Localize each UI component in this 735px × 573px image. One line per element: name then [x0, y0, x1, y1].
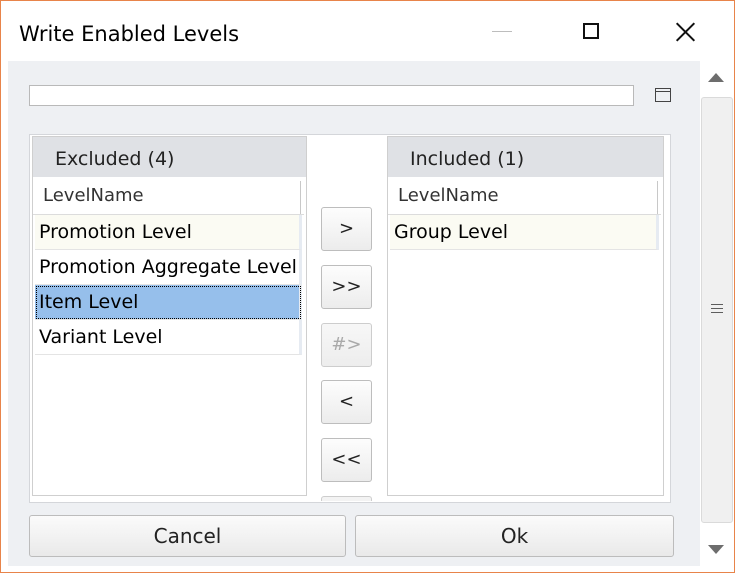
vertical-scrollbar[interactable]	[700, 61, 734, 566]
list-item-label: Variant Level	[39, 326, 163, 348]
clipped-button[interactable]	[321, 496, 372, 501]
maximize-button[interactable]	[569, 1, 615, 61]
move-all-left-button[interactable]: <<	[321, 438, 372, 482]
list-item-label: Promotion Aggregate Level	[39, 256, 297, 278]
move-right-button[interactable]: >	[321, 207, 372, 251]
excluded-header: Excluded (4)	[33, 137, 306, 177]
excluded-header-label: Excluded (4)	[55, 148, 175, 170]
list-item-label: Item Level	[39, 291, 139, 313]
list-item[interactable]: Promotion Level	[35, 215, 302, 250]
excluded-column-header[interactable]: LevelName	[33, 177, 304, 215]
scroll-down-arrow-icon[interactable]	[708, 545, 724, 554]
window-layout-icon[interactable]	[655, 88, 671, 102]
window-title: Write Enabled Levels	[19, 22, 240, 46]
scroll-up-arrow-icon[interactable]	[708, 73, 724, 82]
grip-lines-icon	[711, 304, 723, 314]
list-item[interactable]: Variant Level	[35, 320, 302, 355]
included-column-header[interactable]: LevelName	[388, 177, 661, 215]
included-rows: Group Level	[390, 215, 659, 250]
list-item-label: Promotion Level	[39, 221, 192, 243]
list-item-selected[interactable]: Item Level	[35, 285, 302, 320]
search-input[interactable]	[29, 85, 634, 106]
column-header-label: LevelName	[398, 185, 499, 206]
move-all-right-button[interactable]: >>	[321, 265, 372, 309]
title-bar[interactable]: Write Enabled Levels	[1, 1, 734, 61]
included-list: Included (1) LevelName Group Level	[387, 136, 664, 496]
list-item-label: Group Level	[394, 221, 509, 243]
minimize-icon	[479, 1, 525, 61]
close-button[interactable]	[662, 1, 708, 61]
list-item[interactable]: Group Level	[390, 215, 659, 250]
excluded-list: Excluded (4) LevelName Promotion Level P…	[32, 136, 307, 496]
included-header: Included (1)	[388, 137, 663, 177]
cancel-button[interactable]: Cancel	[29, 515, 346, 557]
excluded-rows: Promotion Level Promotion Aggregate Leve…	[35, 215, 302, 355]
scroll-thumb[interactable]	[701, 97, 733, 523]
column-header-label: LevelName	[43, 185, 144, 206]
move-hash-button[interactable]: #>	[321, 323, 372, 367]
ok-button[interactable]: Ok	[355, 515, 674, 557]
move-left-button[interactable]: <	[321, 380, 372, 424]
included-header-label: Included (1)	[410, 148, 525, 170]
list-item[interactable]: Promotion Aggregate Level	[35, 250, 302, 285]
